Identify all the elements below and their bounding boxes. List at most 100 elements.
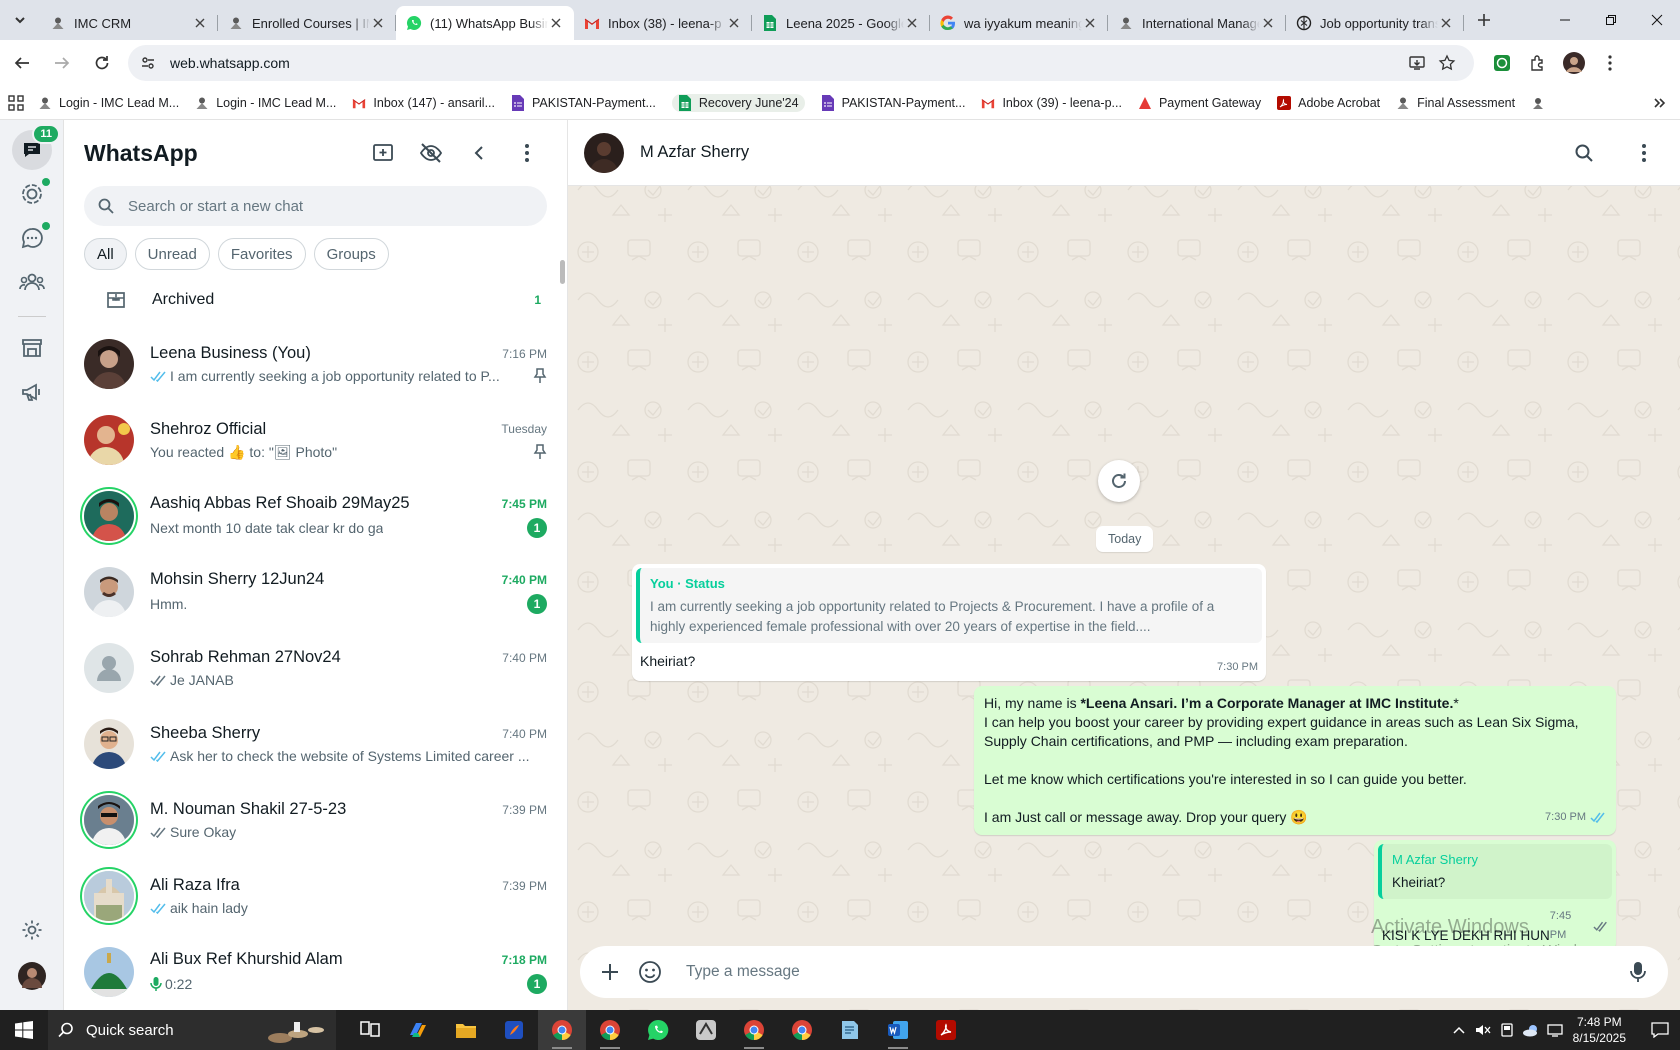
voice-message-button[interactable] (1618, 952, 1658, 992)
menu-button[interactable] (507, 133, 547, 173)
tab-search-button[interactable] (0, 0, 40, 40)
extension-whatsapp-icon[interactable] (1484, 45, 1520, 81)
chat-avatar[interactable] (84, 491, 134, 541)
rail-catalog-button[interactable] (12, 328, 52, 368)
chat-avatar[interactable] (84, 871, 134, 921)
taskbar-search[interactable]: Quick search (48, 1010, 336, 1050)
browser-menu-icon[interactable] (1592, 45, 1628, 81)
browser-tab[interactable]: Inbox (38) - leena-p (574, 6, 752, 40)
bookmark-star-icon[interactable] (1432, 54, 1462, 72)
chat-list-item[interactable]: Ali Bux Ref Khurshid Alam 7:18 PM 0:22 1 (64, 934, 567, 1010)
taskbar-file-explorer[interactable] (442, 1010, 490, 1050)
rail-channels-button[interactable] (12, 218, 52, 258)
bookmark-item[interactable]: Login - IMC Lead M... (38, 96, 179, 110)
browser-tab[interactable]: wa iyyakum meaning (930, 6, 1108, 40)
tray-device-icon[interactable] (1495, 1010, 1519, 1050)
bookmark-extra[interactable] (1531, 96, 1552, 110)
message-input[interactable] (686, 963, 1610, 981)
taskbar-task-view[interactable] (346, 1010, 394, 1050)
notification-center-button[interactable] (1640, 1010, 1680, 1050)
tab-close-button[interactable] (370, 15, 386, 31)
minimize-button[interactable] (1542, 0, 1588, 40)
rail-communities-button[interactable] (12, 262, 52, 302)
bookmarks-overflow-button[interactable] (1652, 96, 1666, 110)
taskbar-word[interactable] (874, 1010, 922, 1050)
bookmark-item[interactable]: Adobe Acrobat (1277, 95, 1380, 110)
quoted-message[interactable]: M Azfar Sherry Kheiriat? (1378, 844, 1612, 899)
load-older-messages-button[interactable] (1098, 460, 1140, 502)
tab-close-button[interactable] (904, 15, 920, 31)
site-info-icon[interactable] (140, 55, 160, 71)
contact-name[interactable]: M Azfar Sherry (640, 143, 749, 162)
tab-close-button[interactable] (192, 15, 208, 31)
chat-avatar[interactable] (84, 567, 134, 617)
restore-button[interactable] (1588, 0, 1634, 40)
back-button[interactable] (4, 45, 40, 81)
taskbar-acrobat[interactable] (922, 1010, 970, 1050)
attach-button[interactable] (590, 952, 630, 992)
taskbar-chrome-4[interactable] (778, 1010, 826, 1050)
tab-close-button[interactable] (1082, 15, 1098, 31)
chat-list-item[interactable]: M. Nouman Shakil 27-5-23 7:39 PM Sure Okay (64, 782, 567, 858)
taskbar-whatsapp[interactable] (634, 1010, 682, 1050)
contact-avatar[interactable] (584, 132, 624, 173)
browser-tab[interactable]: (11) WhatsApp Business (396, 6, 574, 40)
taskbar-chrome-2[interactable] (586, 1010, 634, 1050)
rail-settings-button[interactable] (12, 910, 52, 950)
search-in-chat-button[interactable] (1564, 133, 1604, 173)
rail-chats-button[interactable]: 11 (12, 124, 60, 170)
browser-tab[interactable]: Leena 2025 - Google Sheets (752, 6, 930, 40)
conversation-header[interactable]: M Azfar Sherry (568, 120, 1680, 186)
emoji-button[interactable] (630, 952, 670, 992)
outgoing-message-1[interactable]: Hi, my name is *Leena Ansari. I’m a Corp… (974, 686, 1616, 835)
tray-network-icon[interactable] (1543, 1010, 1567, 1050)
browser-tab[interactable]: Job opportunity transl (1286, 6, 1464, 40)
apps-grid-button[interactable] (8, 94, 24, 111)
address-url[interactable]: web.whatsapp.com (170, 55, 1402, 71)
tab-close-button[interactable] (1260, 15, 1276, 31)
chat-list-item[interactable]: Sheeba Sherry 7:40 PM Ask her to check the… (64, 706, 567, 782)
browser-tab[interactable]: Enrolled Courses | IMC (218, 6, 396, 40)
chat-list-item[interactable]: Sohrab Rehman 27Nov24 7:40 PM Je JANAB (64, 630, 567, 706)
tray-weather-icon[interactable] (1519, 1010, 1543, 1050)
rail-status-button[interactable] (12, 174, 52, 214)
conversation-menu-button[interactable] (1624, 133, 1664, 173)
chat-avatar[interactable] (84, 795, 134, 845)
bookmark-item[interactable]: Inbox (147) - ansaril... (352, 96, 495, 110)
new-tab-button[interactable] (1468, 4, 1500, 36)
chat-avatar[interactable] (84, 415, 134, 465)
chat-list-item[interactable]: Leena Business (You) 7:16 PM I am currentl… (64, 326, 567, 402)
profile-avatar[interactable] (1556, 45, 1592, 81)
chat-search-box[interactable] (84, 186, 547, 226)
forward-button[interactable] (44, 45, 80, 81)
address-bar[interactable]: web.whatsapp.com (128, 45, 1474, 81)
chat-list-scrollbar[interactable] (560, 260, 565, 284)
bookmark-item[interactable]: Payment Gateway (1138, 96, 1261, 110)
browser-tab[interactable]: IMC CRM (40, 6, 218, 40)
tray-overflow-button[interactable] (1447, 1010, 1471, 1050)
filter-chip-all[interactable]: All (84, 238, 127, 270)
archived-row[interactable]: Archived 1 (64, 274, 567, 326)
hide-button[interactable] (411, 133, 451, 173)
taskbar-app-feather[interactable] (490, 1010, 538, 1050)
reload-button[interactable] (84, 45, 120, 81)
collapse-panel-button[interactable] (459, 133, 499, 173)
filter-chip-unread[interactable]: Unread (134, 238, 210, 270)
chat-avatar[interactable] (84, 339, 134, 389)
tab-close-button[interactable] (1438, 15, 1454, 31)
tab-close-button[interactable] (548, 15, 564, 31)
chat-avatar[interactable] (84, 719, 134, 769)
taskbar-clock[interactable]: 7:48 PM 8/15/2025 (1573, 1014, 1626, 1046)
tab-close-button[interactable] (726, 15, 742, 31)
chat-avatar[interactable] (84, 947, 134, 997)
tray-volume-button[interactable] (1471, 1010, 1495, 1050)
bookmark-item[interactable]: PAKISTAN-Payment... (821, 94, 965, 111)
bookmark-item[interactable]: Inbox (39) - leena-p... (981, 96, 1122, 110)
new-chat-button[interactable] (363, 133, 403, 173)
browser-tab[interactable]: International Management (1108, 6, 1286, 40)
close-window-button[interactable] (1634, 0, 1680, 40)
taskbar-notepad[interactable] (826, 1010, 874, 1050)
rail-profile-avatar[interactable] (12, 956, 52, 996)
extensions-puzzle-icon[interactable] (1520, 45, 1556, 81)
chat-list-item[interactable]: Shehroz Official Tuesday You reacted 👍 to:… (64, 402, 567, 478)
